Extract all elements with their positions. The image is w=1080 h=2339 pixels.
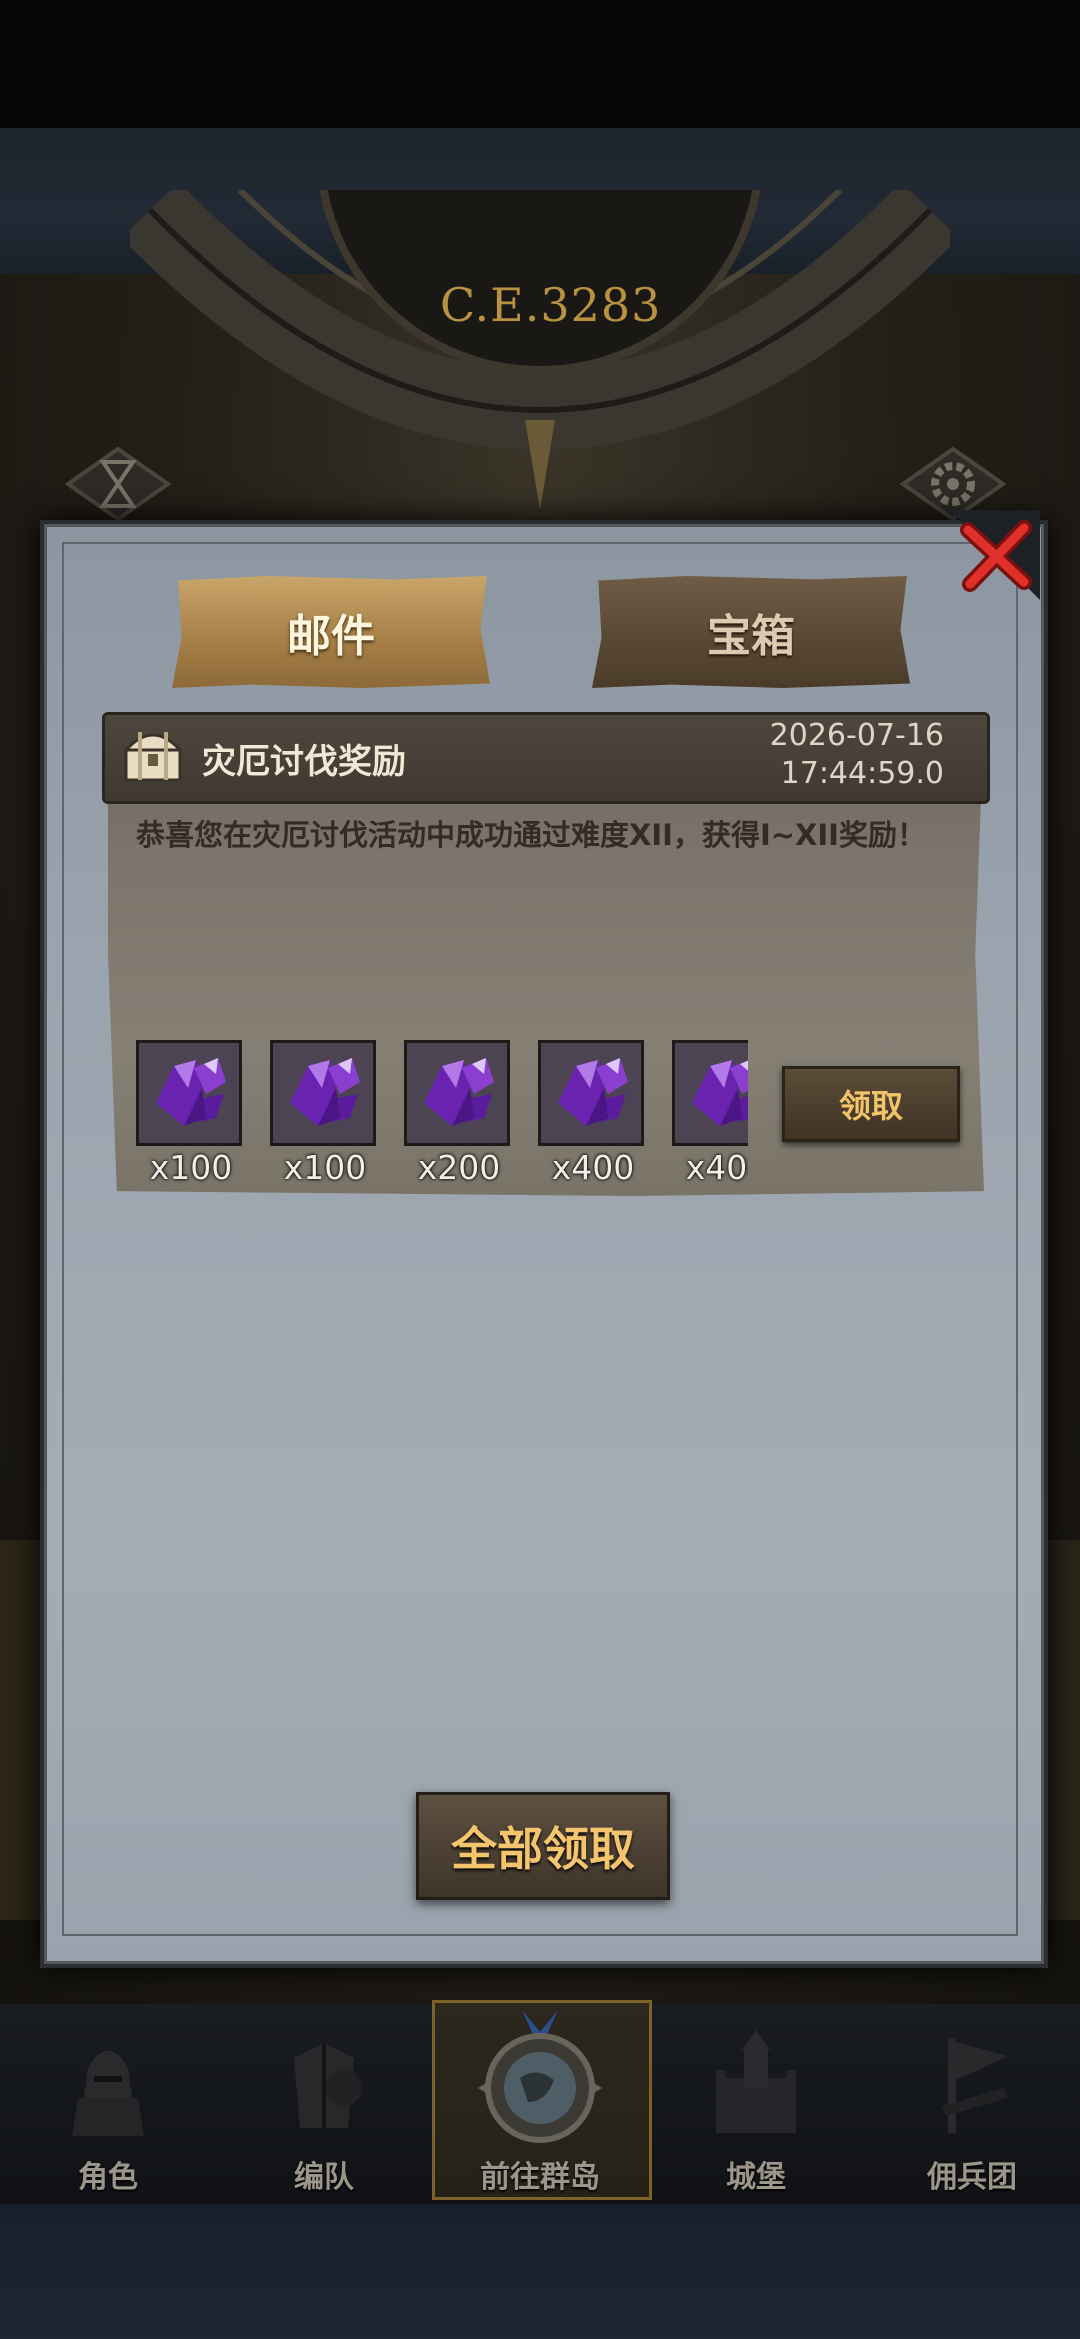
close-button[interactable] — [950, 510, 1040, 600]
nav-label: 角色 — [78, 2160, 138, 2195]
treasure-chest-icon — [124, 732, 182, 782]
hourglass-icon — [64, 446, 172, 522]
reward-quantity: x200 — [417, 1148, 501, 1187]
reward-quantity: x400 — [551, 1148, 635, 1187]
claim-button[interactable]: 领取 — [782, 1066, 960, 1142]
nav-item-character[interactable]: 角色 — [8, 2004, 208, 2204]
reward-item[interactable]: x400 — [672, 1040, 748, 1187]
reward-items-row: x100 x100 x200 x400 x40 — [136, 1040, 748, 1194]
nav-item-castle[interactable]: 城堡 — [656, 2004, 856, 2204]
mercenary-flag-icon — [942, 2038, 1008, 2133]
nav-item-formation[interactable]: 编队 — [224, 2004, 424, 2204]
mail-body-text: 恭喜您在灾厄讨伐活动中成功通过难度XII，获得I~XII奖励！ — [136, 818, 926, 852]
reward-quantity: x100 — [283, 1148, 367, 1187]
purple-crystal-icon — [156, 1058, 226, 1126]
mail-time: 17:44:59.0 — [780, 756, 944, 791]
calendar-dial-decoration — [130, 190, 950, 510]
armor-icon — [294, 2043, 362, 2128]
purple-crystal-icon — [692, 1060, 748, 1126]
status-bar-area — [0, 0, 1080, 128]
nav-item-mercenary[interactable]: 佣兵团 — [872, 2004, 1072, 2204]
reward-icon-frame — [136, 1040, 242, 1146]
reward-icon-frame — [270, 1040, 376, 1146]
reward-item[interactable]: x400 — [538, 1040, 648, 1187]
bottom-banner — [0, 2204, 1080, 2339]
reward-icon-frame — [404, 1040, 510, 1146]
era-label: C.E.3283 — [440, 278, 662, 332]
mail-subject: 灾厄讨伐奖励 — [202, 742, 406, 782]
nav-label: 编队 — [294, 2160, 354, 2195]
mail-date: 2026-07-16 — [769, 718, 944, 753]
nav-label: 前往群岛 — [480, 2160, 600, 2195]
tab-mail[interactable]: 邮件 — [172, 576, 490, 688]
reward-item[interactable]: x100 — [270, 1040, 380, 1187]
reward-icon-frame — [672, 1040, 748, 1146]
reward-item[interactable]: x200 — [404, 1040, 514, 1187]
nav-label: 佣兵团 — [927, 2160, 1017, 2195]
tab-chest[interactable]: 宝箱 — [592, 576, 910, 688]
purple-crystal-icon — [558, 1058, 628, 1126]
reward-item[interactable]: x100 — [136, 1040, 246, 1187]
purple-crystal-icon — [424, 1058, 494, 1126]
reward-quantity: x100 — [149, 1148, 233, 1187]
nav-item-islands[interactable]: 前往群岛 — [440, 2004, 640, 2204]
claim-all-button[interactable]: 全部领取 — [416, 1792, 670, 1900]
knight-helmet-icon — [72, 2050, 144, 2136]
reward-quantity: x400 — [685, 1148, 748, 1187]
globe-compass-icon — [478, 2010, 602, 2143]
reward-icon-frame — [538, 1040, 644, 1146]
purple-crystal-icon — [290, 1058, 360, 1126]
nav-label: 城堡 — [726, 2160, 786, 2195]
castle-icon — [716, 2030, 796, 2133]
